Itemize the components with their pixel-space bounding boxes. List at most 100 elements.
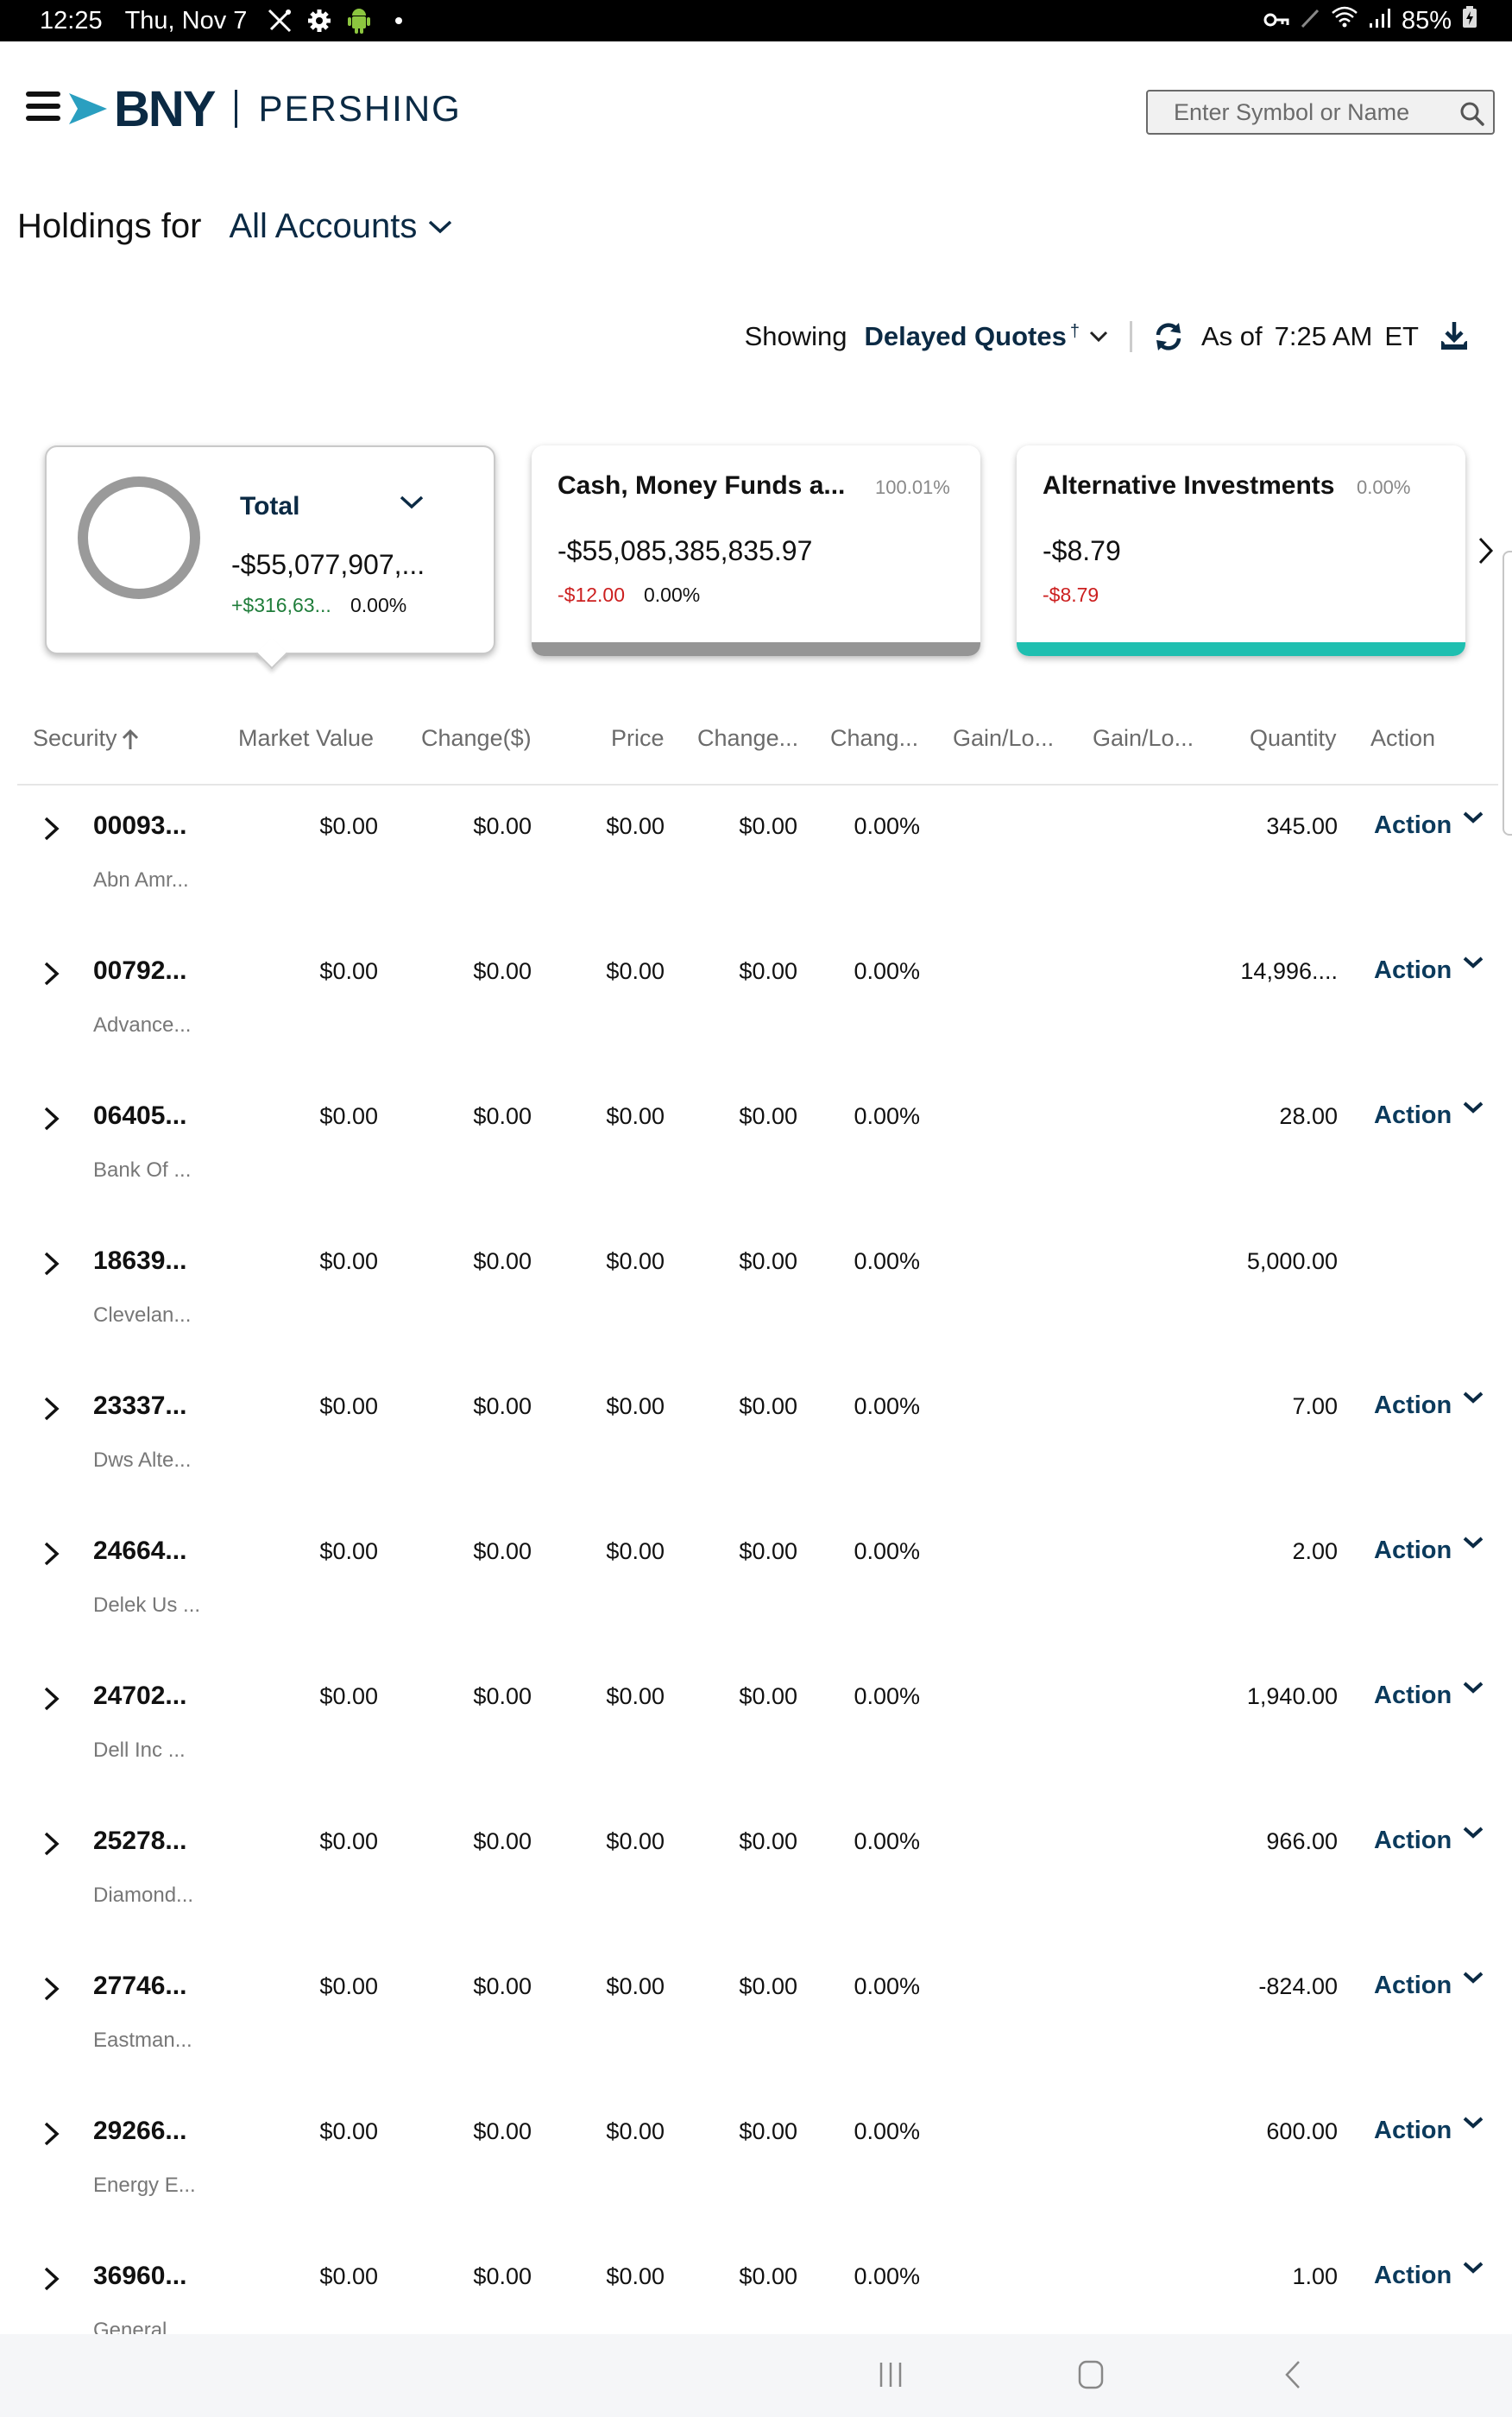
security-symbol[interactable]: 24664... xyxy=(93,1537,186,1566)
table-row[interactable]: 06405... Bank Of ... $0.00 $0.00 $0.00 $0.00 0… xyxy=(17,1076,1498,1221)
security-symbol[interactable]: 36960... xyxy=(93,2262,186,2291)
change-cell: $0.00 xyxy=(739,1683,797,1709)
back-icon xyxy=(1285,2361,1300,2389)
column-header-market-value[interactable]: Market Value xyxy=(238,725,374,752)
chevron-down-icon[interactable] xyxy=(1462,1390,1484,1407)
price-cell: $0.00 xyxy=(606,2118,665,2144)
column-header-gain-loss[interactable]: Gain/Lo... xyxy=(953,725,1054,752)
asset-card-cash-money-funds[interactable]: Cash, Money Funds a... 100.01% -$55,085,… xyxy=(532,445,980,656)
security-name: Advance... xyxy=(93,1013,192,1037)
table-row[interactable]: 27746... Eastman... $0.00 $0.00 $0.00 $0.00 0.… xyxy=(17,1946,1498,2091)
refresh-icon[interactable] xyxy=(1153,321,1184,352)
table-row[interactable]: 23337... Dws Alte... $0.00 $0.00 $0.00 $0.00 0… xyxy=(17,1366,1498,1511)
status-time: 12:25 xyxy=(40,6,103,35)
expand-row-chevron-icon[interactable] xyxy=(38,2262,64,2296)
bny-pershing-logo[interactable]: BNY PERSHING xyxy=(69,81,462,137)
action-menu-button[interactable]: Action xyxy=(1374,2262,1452,2290)
home-button[interactable] xyxy=(1065,2355,1117,2395)
chevron-down-icon[interactable] xyxy=(1462,2115,1484,2132)
total-card[interactable]: Total -$55,077,907,... +$316,63... 0.00% xyxy=(45,445,495,654)
side-panel-edge[interactable] xyxy=(1503,551,1512,836)
column-header-gain-loss-pct[interactable]: Gain/Lo... xyxy=(1093,725,1194,752)
security-symbol[interactable]: 23337... xyxy=(93,1392,186,1421)
symbol-search-box[interactable] xyxy=(1146,90,1495,135)
table-row[interactable]: 24702... Dell Inc ... $0.00 $0.00 $0.00 $0.00… xyxy=(17,1656,1498,1801)
security-symbol[interactable]: 27746... xyxy=(93,1972,186,2001)
chevron-down-icon xyxy=(1089,331,1108,343)
table-row[interactable]: 24664... Delek Us ... $0.00 $0.00 $0.00 $0.00… xyxy=(17,1511,1498,1656)
expand-row-chevron-icon[interactable] xyxy=(38,956,64,991)
action-menu-button[interactable]: Action xyxy=(1374,1827,1452,1855)
table-row[interactable]: 18639... Clevelan... $0.00 $0.00 $0.00 $0.00 0… xyxy=(17,1221,1498,1366)
expand-row-chevron-icon[interactable] xyxy=(38,1392,64,1426)
table-row[interactable]: 25278... Diamond... $0.00 $0.00 $0.00 $0.00 0.… xyxy=(17,1801,1498,1946)
action-menu-button[interactable]: Action xyxy=(1374,811,1452,840)
action-menu-button[interactable]: Action xyxy=(1374,1392,1452,1420)
chevron-down-icon[interactable] xyxy=(1462,1825,1484,1842)
change-cell: $0.00 xyxy=(739,958,797,984)
column-header-quantity[interactable]: Quantity xyxy=(1250,725,1337,752)
chevron-down-icon[interactable] xyxy=(1462,1970,1484,1987)
symbol-search-input[interactable] xyxy=(1148,98,1441,126)
action-menu-button[interactable]: Action xyxy=(1374,1101,1452,1130)
column-header-change[interactable]: Change... xyxy=(697,725,798,752)
account-selector[interactable]: All Accounts xyxy=(229,207,453,246)
holdings-table: Security Market Value Change($) Price Ch… xyxy=(17,708,1498,2381)
action-menu-button[interactable]: Action xyxy=(1374,1682,1452,1710)
change-pct-cell: 0.00% xyxy=(854,1103,920,1129)
account-selector-label: All Accounts xyxy=(229,207,418,245)
expand-row-chevron-icon[interactable] xyxy=(38,811,64,846)
action-menu-button[interactable]: Action xyxy=(1374,1537,1452,1565)
market-value-cell: $0.00 xyxy=(319,1973,378,1999)
security-symbol[interactable]: 24702... xyxy=(93,1682,186,1711)
action-menu-button[interactable]: Action xyxy=(1374,956,1452,985)
security-symbol[interactable]: 06405... xyxy=(93,1101,186,1131)
security-symbol[interactable]: 00093... xyxy=(93,811,186,841)
change-pct-cell: 0.00% xyxy=(854,1248,920,1274)
chevron-down-icon[interactable] xyxy=(1462,1100,1484,1117)
column-header-change-dollar[interactable]: Change($) xyxy=(421,725,532,752)
expand-row-chevron-icon[interactable] xyxy=(38,1246,64,1281)
security-symbol[interactable]: 00792... xyxy=(93,956,186,986)
expand-row-chevron-icon[interactable] xyxy=(38,1972,64,2006)
change-dollar-cell: $0.00 xyxy=(473,2263,532,2289)
price-cell: $0.00 xyxy=(606,1973,665,1999)
security-symbol[interactable]: 18639... xyxy=(93,1246,186,1276)
security-name: Eastman... xyxy=(93,2029,192,2052)
expand-row-chevron-icon[interactable] xyxy=(38,1101,64,1136)
chevron-down-icon[interactable] xyxy=(1462,1535,1484,1552)
back-button[interactable] xyxy=(1267,2355,1319,2395)
column-header-price[interactable]: Price xyxy=(611,725,665,752)
expand-row-chevron-icon[interactable] xyxy=(38,1682,64,1716)
chevron-down-icon[interactable] xyxy=(1462,810,1484,827)
chevron-down-icon[interactable] xyxy=(1462,2260,1484,2277)
expand-row-chevron-icon[interactable] xyxy=(38,2117,64,2151)
expand-row-chevron-icon[interactable] xyxy=(38,1537,64,1571)
battery-level: 85% xyxy=(1401,6,1452,35)
column-header-security[interactable]: Security xyxy=(33,725,140,752)
chevron-down-icon xyxy=(429,220,452,233)
sort-ascending-icon xyxy=(122,729,138,749)
action-menu-button[interactable]: Action xyxy=(1374,2117,1452,2145)
chevron-right-icon[interactable] xyxy=(1476,535,1496,566)
table-row[interactable]: 00792... Advance... $0.00 $0.00 $0.00 $0.00 0.… xyxy=(17,931,1498,1076)
quote-mode-selector[interactable]: Delayed Quotes † xyxy=(865,321,1109,352)
asset-card-alternative-investments[interactable]: Alternative Investments 0.00% -$8.79 -$8… xyxy=(1017,445,1465,656)
quantity-cell: 1,940.00 xyxy=(1246,1683,1338,1709)
security-symbol[interactable]: 29266... xyxy=(93,2117,186,2146)
action-menu-button[interactable]: Action xyxy=(1374,1972,1452,2000)
change-pct-cell: 0.00% xyxy=(854,1538,920,1564)
column-header-change-pct[interactable]: Chang... xyxy=(830,725,918,752)
recent-apps-button[interactable] xyxy=(865,2355,917,2395)
table-row[interactable]: 29266... Energy E... $0.00 $0.00 $0.00 $0.00 0… xyxy=(17,2091,1498,2236)
table-row[interactable]: 00093... Abn Amr... $0.00 $0.00 $0.00 $0.00 0.… xyxy=(17,786,1498,931)
search-icon[interactable] xyxy=(1458,100,1486,128)
security-symbol[interactable]: 25278... xyxy=(93,1827,186,1856)
download-icon[interactable] xyxy=(1438,320,1471,353)
hamburger-menu-button[interactable] xyxy=(26,92,60,121)
chevron-down-icon[interactable] xyxy=(1462,1680,1484,1697)
expand-row-chevron-icon[interactable] xyxy=(38,1827,64,1861)
chevron-down-icon[interactable] xyxy=(1462,955,1484,972)
change-pct-cell: 0.00% xyxy=(854,2263,920,2289)
chevron-down-icon[interactable] xyxy=(399,494,425,511)
